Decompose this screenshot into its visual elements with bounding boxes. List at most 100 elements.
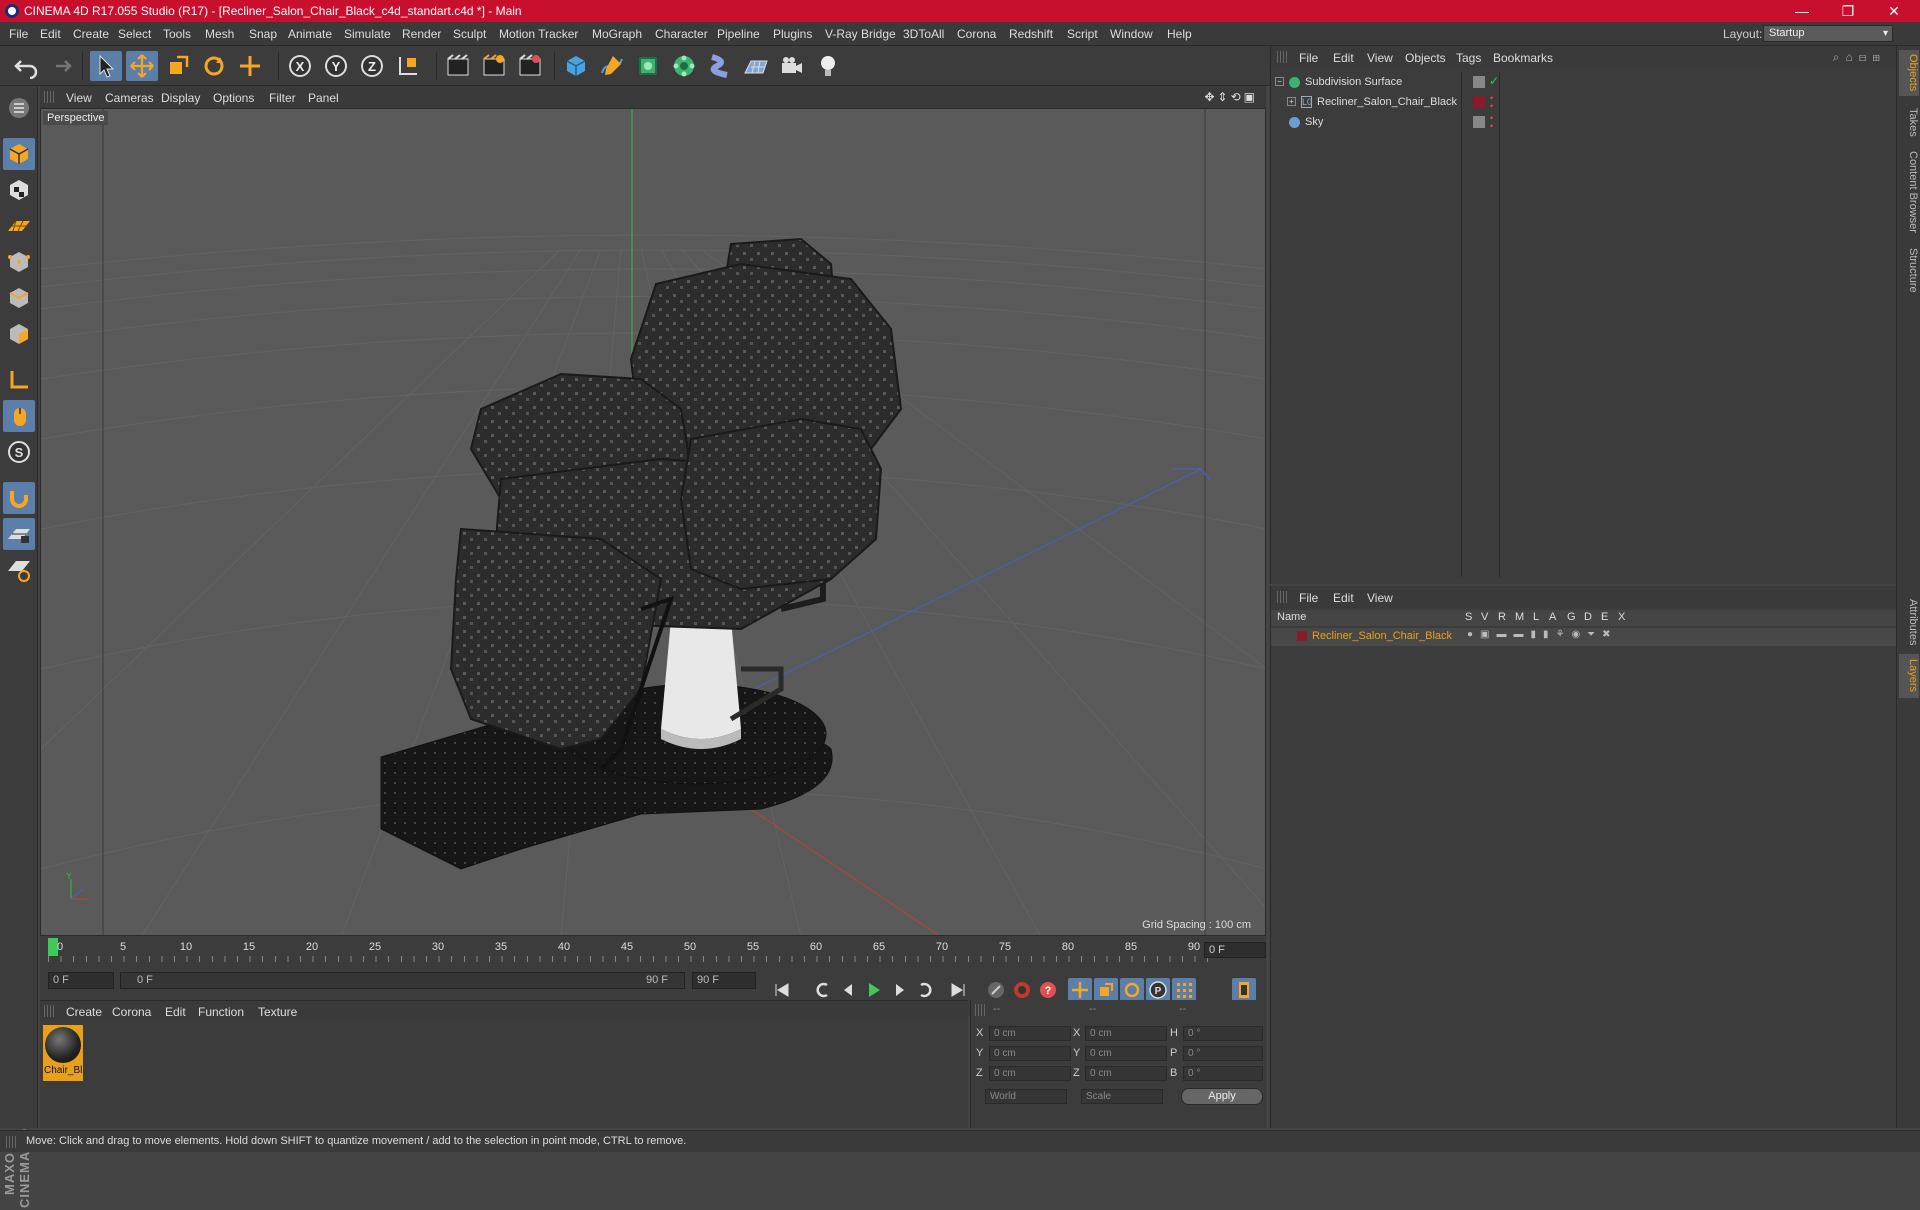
model-mode-button[interactable] xyxy=(3,138,35,170)
apply-button[interactable]: Apply xyxy=(1181,1088,1263,1105)
next-frame-button[interactable] xyxy=(888,978,912,1002)
object-menu-view[interactable]: View xyxy=(1367,51,1393,65)
viewport-menu-options[interactable]: Options xyxy=(213,91,254,105)
menu-tools[interactable]: Tools xyxy=(163,27,191,41)
undo-button[interactable] xyxy=(10,51,42,81)
tab-content-browser[interactable]: Content Browser xyxy=(1899,146,1919,238)
collapse-toggle-icon[interactable]: − xyxy=(1275,77,1284,86)
menu-mesh[interactable]: Mesh xyxy=(205,27,234,41)
viewport-menu-panel[interactable]: Panel xyxy=(308,91,339,105)
object-menu-bookmarks[interactable]: Bookmarks xyxy=(1493,51,1553,65)
size-y-field[interactable]: 0 cm xyxy=(1085,1046,1167,1061)
menu-plugins[interactable]: Plugins xyxy=(773,27,812,41)
go-to-start-button[interactable] xyxy=(770,978,794,1002)
end-frame-field[interactable]: 90 F xyxy=(692,972,756,989)
layer-name[interactable]: Recliner_Salon_Chair_Black xyxy=(1312,630,1452,642)
object-menu-objects[interactable]: Objects xyxy=(1405,51,1446,65)
render-view-button[interactable] xyxy=(442,51,474,81)
object-menu-edit[interactable]: Edit xyxy=(1333,51,1354,65)
panel-grip-icon[interactable] xyxy=(1277,591,1287,603)
menu-file[interactable]: File xyxy=(9,27,28,41)
size-mode-dropdown[interactable]: Scale xyxy=(1081,1089,1163,1104)
y-axis-toggle[interactable]: Y xyxy=(320,51,352,81)
points-mode-button[interactable] xyxy=(3,246,35,278)
snap-button[interactable] xyxy=(3,482,35,514)
redo-button[interactable] xyxy=(44,51,76,81)
visibility-toggle-icon[interactable] xyxy=(1473,116,1485,128)
rotation-p-field[interactable]: 0 ° xyxy=(1183,1046,1263,1061)
menu-snap[interactable]: Snap xyxy=(249,27,277,41)
menu-character[interactable]: Character xyxy=(655,27,708,41)
viewport-menu-view[interactable]: View xyxy=(66,91,92,105)
tweak-mode-button[interactable] xyxy=(3,400,35,432)
material-menu-function[interactable]: Function xyxy=(198,1005,244,1019)
previous-frame-button[interactable] xyxy=(836,978,860,1002)
menu-3dtoall[interactable]: 3DToAll xyxy=(903,27,944,41)
add-cube-button[interactable] xyxy=(560,51,592,81)
viewport-camera-label[interactable]: Perspective xyxy=(43,111,109,125)
autokey-button[interactable]: ? xyxy=(1036,978,1060,1002)
scale-tool[interactable] xyxy=(162,51,194,81)
add-nurbs-button[interactable] xyxy=(632,51,664,81)
tab-takes[interactable]: Takes xyxy=(1899,102,1919,142)
panel-grip-icon[interactable] xyxy=(44,91,54,103)
menu-window[interactable]: Window xyxy=(1110,27,1153,41)
visibility-dots-icon[interactable]: • • xyxy=(1490,114,1493,131)
material-menu-create[interactable]: Create xyxy=(66,1005,102,1019)
timeline-ruler[interactable]: 0 5 10 15 20 25 30 35 40 45 50 55 60 65 … xyxy=(48,938,1208,962)
x-axis-toggle[interactable]: X xyxy=(284,51,316,81)
position-y-field[interactable]: 0 cm xyxy=(989,1046,1071,1061)
viewport-navigation-icons[interactable]: ✥⇕⟲▣ xyxy=(1204,90,1258,104)
object-row-sky[interactable]: Sky • • xyxy=(1275,114,1895,132)
viewport-menu-filter[interactable]: Filter xyxy=(269,91,296,105)
key-scale-button[interactable] xyxy=(1094,978,1118,1002)
render-picture-viewer-button[interactable] xyxy=(478,51,510,81)
menu-select[interactable]: Select xyxy=(118,27,151,41)
coordinate-space-dropdown[interactable]: World xyxy=(985,1089,1067,1104)
add-array-button[interactable] xyxy=(668,51,700,81)
play-button[interactable] xyxy=(862,978,886,1002)
layer-row[interactable]: Recliner_Salon_Chair_Black ●▣▬▬▮▮⚘◉⏷✖ xyxy=(1271,628,1896,646)
search-home-icons[interactable]: ⌕⌂⊟⊞ xyxy=(1833,50,1886,65)
menu-pipeline[interactable]: Pipeline xyxy=(717,27,760,41)
object-menu-tags[interactable]: Tags xyxy=(1456,51,1481,65)
material-menu-corona[interactable]: Corona xyxy=(112,1005,151,1019)
layer-color-swatch[interactable] xyxy=(1473,96,1485,108)
key-position-button[interactable] xyxy=(1068,978,1092,1002)
previous-key-button[interactable] xyxy=(810,978,834,1002)
menu-edit[interactable]: Edit xyxy=(40,27,61,41)
menu-mograph[interactable]: MoGraph xyxy=(592,27,642,41)
expand-toggle-icon[interactable]: + xyxy=(1287,97,1296,106)
menu-redshift[interactable]: Redshift xyxy=(1009,27,1053,41)
material-menu-texture[interactable]: Texture xyxy=(258,1005,297,1019)
layer-menu-edit[interactable]: Edit xyxy=(1333,591,1354,605)
menu-script[interactable]: Script xyxy=(1067,27,1098,41)
make-editable-button[interactable] xyxy=(3,92,35,124)
menu-help[interactable]: Help xyxy=(1167,27,1192,41)
grid-snap-button[interactable] xyxy=(3,554,35,586)
material-swatch[interactable]: Chair_Bl xyxy=(43,1025,83,1081)
polygons-mode-button[interactable] xyxy=(3,318,35,350)
menu-vray-bridge[interactable]: V-Ray Bridge xyxy=(825,27,896,41)
menu-sculpt[interactable]: Sculpt xyxy=(453,27,486,41)
move-tool[interactable] xyxy=(126,51,158,81)
menu-create[interactable]: Create xyxy=(73,27,109,41)
coordinate-system-toggle[interactable] xyxy=(392,51,424,81)
object-row-subdivision-surface[interactable]: − Subdivision Surface ✓ xyxy=(1275,74,1895,92)
solo-button[interactable]: S xyxy=(3,436,35,468)
key-rotation-button[interactable] xyxy=(1120,978,1144,1002)
object-menu-file[interactable]: File xyxy=(1299,51,1318,65)
position-x-field[interactable]: 0 cm xyxy=(989,1026,1071,1041)
add-light-button[interactable] xyxy=(812,51,844,81)
tab-attributes[interactable]: Attributes xyxy=(1899,592,1919,652)
preview-range-slider[interactable]: 0 F 90 F xyxy=(120,972,685,989)
perspective-viewport[interactable]: Y Perspective Grid Spacing : 100 cm xyxy=(40,108,1266,936)
key-pla-button[interactable] xyxy=(1172,978,1196,1002)
close-button[interactable]: ✕ xyxy=(1872,0,1916,22)
timeline-window-button[interactable] xyxy=(1232,978,1256,1002)
axis-mode-button[interactable] xyxy=(3,364,35,396)
panel-grip-icon[interactable] xyxy=(975,1004,985,1016)
add-spline-button[interactable] xyxy=(596,51,628,81)
layer-flag-icons[interactable]: ●▣▬▬▮▮⚘◉⏷✖ xyxy=(1467,629,1618,640)
render-settings-button[interactable] xyxy=(514,51,546,81)
